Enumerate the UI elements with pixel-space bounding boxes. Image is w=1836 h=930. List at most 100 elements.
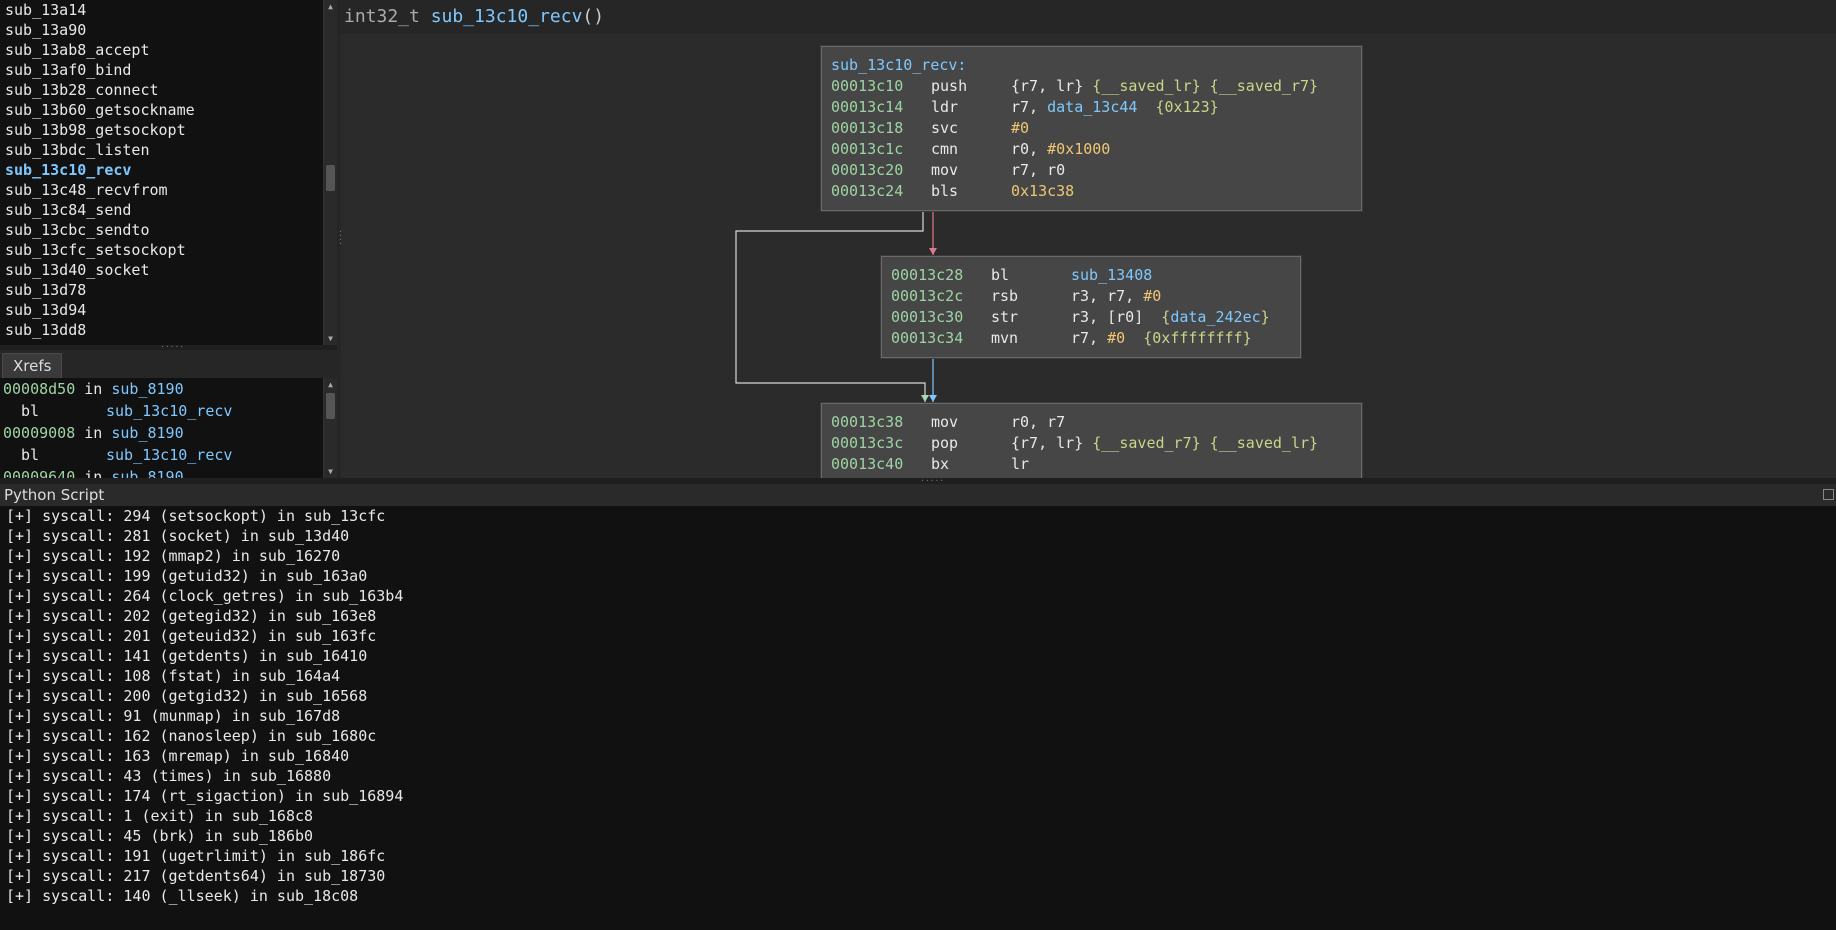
- function-list-item[interactable]: sub_13d94: [0, 300, 322, 320]
- operand-token: r7,: [1011, 98, 1048, 116]
- xref-function[interactable]: sub_8190: [111, 468, 183, 478]
- function-list-item[interactable]: sub_13c10_recv: [0, 160, 322, 180]
- instruction-line[interactable]: 00013c14 ldr r7, data_13c44 {0x123}: [831, 97, 1352, 118]
- console-line: [+] syscall: 264 (clock_getres) in sub_1…: [6, 587, 404, 605]
- scrollbar-thumb[interactable]: [326, 165, 335, 191]
- function-name[interactable]: sub_13c10_recv: [431, 6, 583, 27]
- xref-in-word: in: [84, 380, 103, 398]
- instruction-line[interactable]: 00013c38 mov r0, r7: [831, 412, 1352, 433]
- basic-block-entry[interactable]: sub_13c10_recv: 00013c10 push {r7, lr} {__…: [821, 46, 1362, 211]
- operand-token: r7,: [1071, 329, 1108, 347]
- xref-entry[interactable]: 00008d50 in sub_8190: [0, 378, 322, 400]
- console-line: [+] syscall: 199 (getuid32) in sub_163a0: [6, 567, 368, 585]
- function-list-item[interactable]: sub_13b60_getsockname: [0, 100, 322, 120]
- instruction-mnemonic: svc: [931, 119, 959, 137]
- function-list-item[interactable]: sub_13cbc_sendto: [0, 220, 322, 240]
- function-list-item[interactable]: sub_13a90: [0, 20, 322, 40]
- instruction-mnemonic: ldr: [931, 98, 959, 116]
- operand-token[interactable]: sub_13408: [1071, 266, 1152, 284]
- scroll-down-icon[interactable]: ▼: [324, 332, 337, 345]
- instruction-line[interactable]: 00013c1c cmn r0, #0x1000: [831, 139, 1352, 160]
- function-list-item[interactable]: sub_13b28_connect: [0, 80, 322, 100]
- instruction-address: 00013c2c: [891, 287, 964, 305]
- function-list-item[interactable]: sub_13dd8: [0, 320, 322, 340]
- xref-entry[interactable]: 00009008 in sub_8190: [0, 422, 322, 444]
- operand-token: r0, r7: [1011, 413, 1066, 431]
- basic-block-error[interactable]: 00013c28 bl sub_13408 00013c2c rsb r3, r7, #0…: [881, 256, 1301, 358]
- scroll-up-icon[interactable]: ▲: [324, 0, 337, 13]
- instruction-address: 00013c28: [891, 266, 964, 284]
- function-list-item[interactable]: sub_13d78: [0, 280, 322, 300]
- operand-token[interactable]: data_242ec: [1170, 308, 1260, 326]
- instruction-mnemonic: bls: [931, 182, 959, 200]
- function-list-item[interactable]: sub_13d40_socket: [0, 260, 322, 280]
- console-line: [+] syscall: 294 (setsockopt) in sub_13c…: [6, 507, 386, 525]
- instruction-address: 00013c1c: [831, 140, 904, 158]
- operand-token: #0: [1011, 119, 1030, 137]
- xref-mnemonic: bl: [21, 446, 40, 464]
- block-label[interactable]: sub_13c10_recv:: [831, 55, 1352, 76]
- instruction-line[interactable]: 00013c10 push {r7, lr} {__saved_lr} {__sav…: [831, 76, 1352, 97]
- instruction-mnemonic: mov: [931, 161, 959, 179]
- console-line: [+] syscall: 162 (nanosleep) in sub_1680…: [6, 727, 377, 745]
- instruction-line[interactable]: 00013c40 bx lr: [831, 454, 1352, 475]
- instruction-line[interactable]: 00013c28 bl sub_13408: [891, 265, 1291, 286]
- python-console-output[interactable]: [+] syscall: 294 (setsockopt) in sub_13c…: [0, 506, 1836, 930]
- basic-block-return[interactable]: 00013c38 mov r0, r7 00013c3c pop {r7, lr} {__…: [821, 403, 1362, 478]
- edge-false-arrow: [921, 395, 929, 402]
- operand-token: {__saved_lr} {__saved_r7}: [1083, 77, 1319, 95]
- function-list-item[interactable]: sub_13af0_bind: [0, 60, 322, 80]
- instruction-address: 00013c38: [831, 413, 904, 431]
- console-line: [+] syscall: 43 (times) in sub_16880: [6, 767, 332, 785]
- instruction-line[interactable]: 00013c30 str r3, [r0] {data_242ec}: [891, 307, 1291, 328]
- function-list-item[interactable]: sub_13bdc_listen: [0, 140, 322, 160]
- graph-view[interactable]: sub_13c10_recv: 00013c10 push {r7, lr} {__…: [341, 34, 1836, 478]
- instruction-line[interactable]: 00013c3c pop {r7, lr} {__saved_r7} {__save…: [831, 433, 1352, 454]
- xref-target[interactable]: sub_13c10_recv: [106, 402, 232, 420]
- console-line: [+] syscall: 200 (getgid32) in sub_16568: [6, 687, 368, 705]
- instruction-line[interactable]: 00013c2c rsb r3, r7, #0: [891, 286, 1291, 307]
- instruction-mnemonic: pop: [931, 434, 959, 452]
- operand-token: #0: [1107, 329, 1126, 347]
- scrollbar-thumb[interactable]: [326, 393, 335, 419]
- instruction-line[interactable]: 00013c24 bls 0x13c38: [831, 181, 1352, 202]
- instruction-line[interactable]: 00013c20 mov r7, r0: [831, 160, 1352, 181]
- operand-token[interactable]: data_13c44: [1047, 98, 1137, 116]
- python-script-header: Python Script: [0, 484, 1836, 506]
- operand-token: {: [1143, 308, 1171, 326]
- operand-token: r3, r7,: [1071, 287, 1144, 305]
- instruction-line[interactable]: 00013c34 mvn r7, #0 {0xffffffff}: [891, 328, 1291, 349]
- operand-token: r7, r0: [1011, 161, 1066, 179]
- function-list: sub_13a14 sub_13a90 sub_13ab8_accept sub_13…: [0, 0, 322, 345]
- xref-entry[interactable]: 00009640 in sub_8190: [0, 466, 322, 478]
- console-line: [+] syscall: 217 (getdents64) in sub_187…: [6, 867, 386, 885]
- function-list-item[interactable]: sub_13cfc_setsockopt: [0, 240, 322, 260]
- operand-token: }: [1260, 308, 1270, 326]
- function-list-item[interactable]: sub_13ab8_accept: [0, 40, 322, 60]
- tab-xrefs[interactable]: Xrefs: [2, 353, 63, 379]
- instruction-address: 00013c30: [891, 308, 964, 326]
- instruction-mnemonic: mvn: [991, 329, 1019, 347]
- console-line: [+] syscall: 191 (ugetrlimit) in sub_186…: [6, 847, 386, 865]
- instruction-address: 00013c24: [831, 182, 904, 200]
- instruction-address: 00013c3c: [831, 434, 904, 452]
- function-list-item[interactable]: sub_13b98_getsockopt: [0, 120, 322, 140]
- function-list-item[interactable]: sub_13a14: [0, 0, 322, 20]
- undock-icon[interactable]: [1823, 489, 1834, 500]
- function-signature-header: int32_t sub_13c10_recv(): [341, 0, 1836, 34]
- return-type: int32_t: [344, 6, 420, 27]
- xref-instruction[interactable]: bl sub_13c10_recv: [0, 444, 322, 466]
- xref-function[interactable]: sub_8190: [111, 424, 183, 442]
- xref-function[interactable]: sub_8190: [111, 380, 183, 398]
- scroll-down-icon[interactable]: ▼: [324, 465, 337, 478]
- operand-token: #0: [1143, 287, 1162, 305]
- xref-instruction[interactable]: bl sub_13c10_recv: [0, 400, 322, 422]
- function-list-scrollbar[interactable]: ▲ ▼: [323, 0, 337, 345]
- instruction-address: 00013c14: [831, 98, 904, 116]
- xref-target[interactable]: sub_13c10_recv: [106, 446, 232, 464]
- function-list-item[interactable]: sub_13c84_send: [0, 200, 322, 220]
- instruction-line[interactable]: 00013c18 svc #0: [831, 118, 1352, 139]
- function-list-item[interactable]: sub_13c48_recvfrom: [0, 180, 322, 200]
- xrefs-scrollbar[interactable]: ▲ ▼: [323, 378, 337, 478]
- scroll-up-icon[interactable]: ▲: [324, 378, 337, 391]
